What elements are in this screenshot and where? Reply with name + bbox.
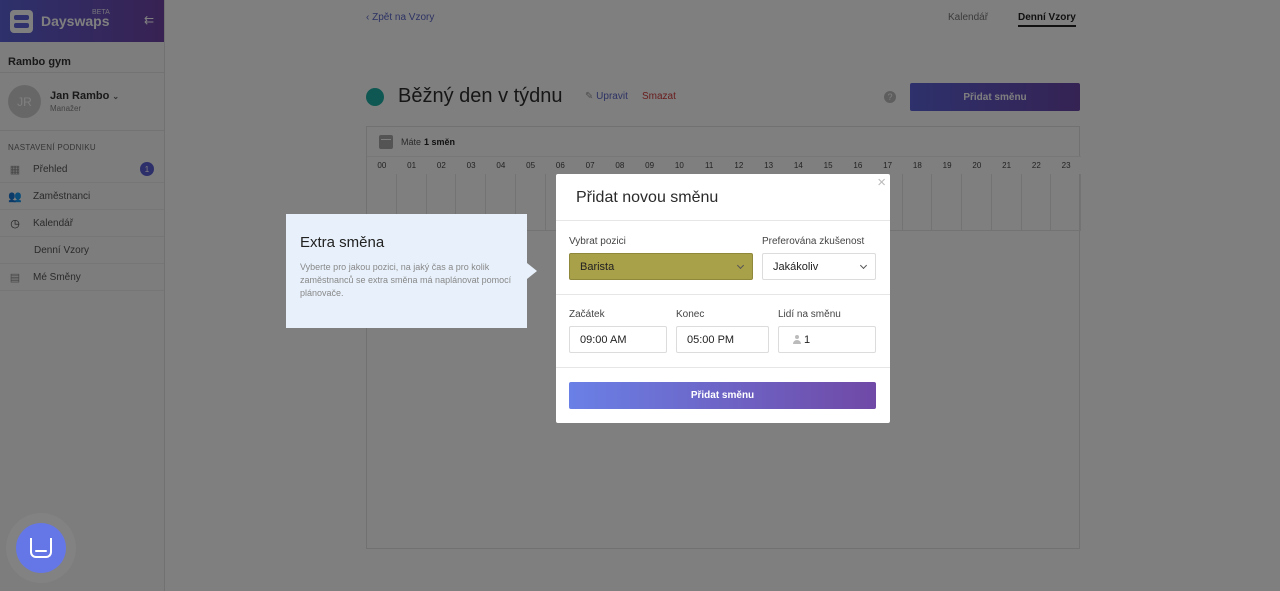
onboarding-tooltip: Extra směna Vyberte pro jakou pozici, na… — [286, 214, 537, 328]
chevron-down-icon — [859, 261, 868, 270]
position-value: Barista — [580, 260, 615, 273]
tooltip-title: Extra směna — [300, 234, 385, 251]
person-icon — [793, 335, 801, 344]
end-time-value: 05:00 PM — [687, 333, 735, 346]
people-count-value: 1 — [804, 333, 811, 346]
experience-value: Jakákoliv — [773, 260, 819, 273]
end-time-input[interactable]: 05:00 PM — [676, 326, 769, 353]
position-label: Vybrat pozici — [569, 236, 626, 247]
experience-select[interactable]: Jakákoliv — [762, 253, 876, 280]
end-label: Konec — [676, 309, 705, 320]
chat-button[interactable] — [16, 523, 66, 573]
position-select[interactable]: Barista — [569, 253, 753, 280]
people-label: Lidí na směnu — [778, 309, 841, 320]
close-icon[interactable]: × — [877, 174, 886, 191]
tooltip-text: Vyberte pro jakou pozici, na jaký čas a … — [300, 262, 512, 299]
divider — [556, 220, 890, 221]
start-time-value: 09:00 AM — [580, 333, 627, 346]
experience-label: Preferována zkušenost — [762, 236, 865, 247]
divider — [556, 367, 890, 368]
chevron-down-icon — [736, 261, 745, 270]
submit-shift-button[interactable]: Přidat směnu — [569, 382, 876, 409]
divider — [556, 294, 890, 295]
start-time-input[interactable]: 09:00 AM — [569, 326, 667, 353]
add-shift-modal: × Přidat novou směnu Vybrat pozici Baris… — [556, 174, 890, 423]
chat-icon — [30, 538, 52, 558]
modal-title: Přidat novou směnu — [576, 189, 719, 206]
people-count-input[interactable]: 1 — [778, 326, 876, 353]
start-label: Začátek — [569, 309, 605, 320]
